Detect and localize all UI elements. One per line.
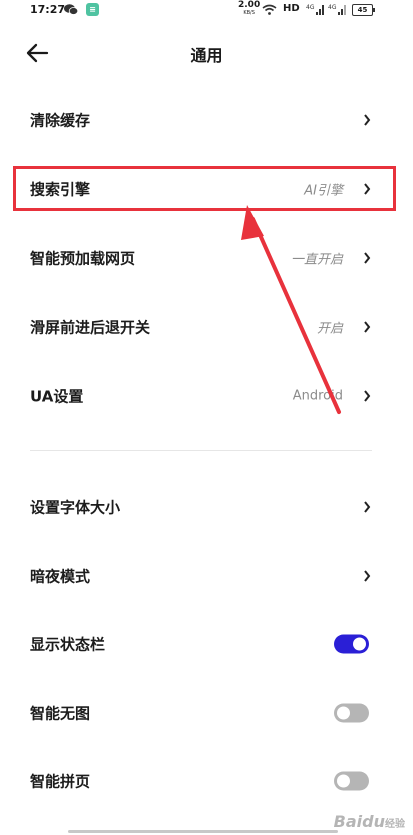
setting-smart-no-image: 智能无图 (0, 678, 413, 747)
toggle-knob (337, 774, 350, 787)
setting-swipe-navigation[interactable]: 滑屏前进后退开关 开启 (0, 292, 413, 361)
show-status-bar-toggle[interactable] (334, 634, 369, 653)
network-speed: 2.00 KB/S (238, 1, 260, 17)
setting-value: AI引擎 (304, 183, 343, 198)
status-bar: 17:27 ≡ 2.00 KB/S HD 4G 4G 45 (0, 0, 413, 22)
chevron-right-icon (364, 251, 371, 264)
setting-ua[interactable]: UA设置 Android (0, 361, 413, 430)
setting-show-status-bar: 显示状态栏 (0, 609, 413, 678)
setting-label: UA设置 (30, 387, 84, 405)
signal-icon-2: 4G (328, 4, 346, 15)
chevron-right-icon (364, 182, 371, 195)
page-title: 通用 (190, 46, 223, 65)
wifi-icon (262, 4, 277, 15)
wechat-icon (64, 4, 78, 15)
setting-font-size[interactable]: 设置字体大小 (0, 472, 413, 541)
setting-search-engine[interactable]: 搜索引擎 AI引擎 (0, 154, 413, 223)
gesture-bar[interactable] (68, 830, 338, 833)
app-icon: ≡ (86, 3, 99, 16)
setting-label: 滑屏前进后退开关 (30, 318, 151, 336)
setting-label: 清除缓存 (30, 111, 91, 129)
chevron-right-icon (364, 569, 371, 582)
setting-label: 显示状态栏 (30, 635, 106, 653)
chevron-right-icon (364, 320, 371, 333)
setting-label: 智能无图 (30, 704, 91, 722)
setting-smart-preload[interactable]: 智能预加载网页 一直开启 (0, 223, 413, 292)
speed-unit: KB/S (243, 10, 255, 16)
chevron-right-icon (364, 500, 371, 513)
setting-value: 开启 (316, 321, 343, 336)
smart-no-image-toggle[interactable] (334, 703, 369, 722)
hd-indicator: HD (283, 3, 300, 14)
status-time: 17:27 (30, 3, 66, 16)
watermark-text: Baidu (333, 812, 385, 831)
toggle-knob (353, 637, 366, 650)
section-divider (30, 450, 372, 451)
chevron-right-icon (364, 389, 371, 402)
battery-icon: 45 (352, 4, 375, 16)
toggle-knob (337, 706, 350, 719)
setting-value: 一直开启 (290, 252, 343, 267)
setting-label: 暗夜模式 (30, 567, 91, 585)
setting-clear-cache[interactable]: 清除缓存 (0, 85, 413, 154)
setting-label: 搜索引擎 (30, 180, 91, 198)
network-2-label: 4G (328, 4, 337, 11)
chevron-right-icon (364, 113, 371, 126)
network-1-label: 4G (306, 4, 315, 11)
signal-icon: 4G (306, 4, 324, 15)
setting-night-mode[interactable]: 暗夜模式 (0, 541, 413, 610)
setting-label: 智能拼页 (30, 772, 91, 790)
setting-label: 设置字体大小 (30, 498, 121, 516)
baidu-watermark: Baidu经验 (334, 812, 405, 831)
setting-value: Android (292, 388, 343, 403)
watermark-sub: 经验 (385, 819, 405, 830)
smart-page-join-toggle[interactable] (334, 771, 369, 790)
setting-smart-page-join: 智能拼页 (0, 746, 413, 815)
setting-label: 智能预加载网页 (30, 249, 136, 267)
speed-value: 2.00 (238, 0, 261, 10)
header: 通用 (0, 30, 413, 76)
